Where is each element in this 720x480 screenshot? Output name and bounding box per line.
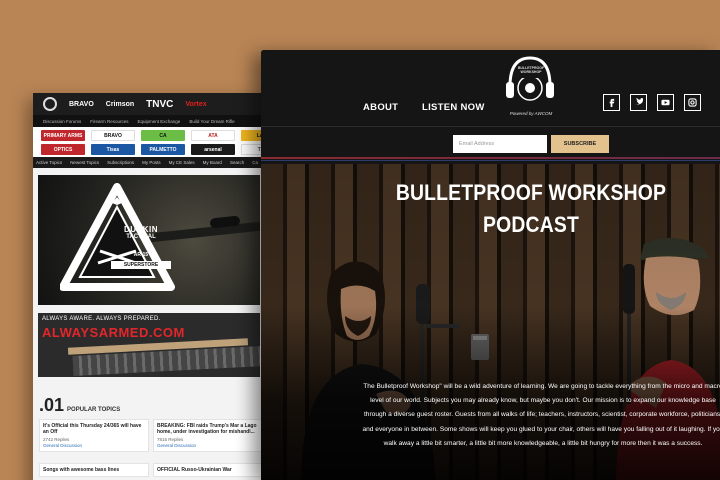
sponsor-logo-vortex[interactable]: Vortex [185, 101, 206, 108]
popular-topics-heading: .01 POPULAR TOPICS [39, 395, 120, 416]
forum-nav-bar: Active Topics Newest Topics Subscription… [33, 157, 295, 168]
topic-title[interactable]: It's Official this Thursday 24/365 will … [43, 423, 145, 435]
sponsor-tile[interactable]: PRIMARY ARMS [41, 130, 85, 141]
topic-card[interactable]: Songs with awesome bass lines [39, 463, 149, 477]
nav-search[interactable]: Search [230, 160, 244, 165]
nav-listen-now[interactable]: LISTEN NOW [422, 102, 485, 113]
popular-number: .01 [39, 395, 65, 415]
sponsor-logo-tnvc[interactable]: TNVC [146, 99, 173, 110]
topic-replies: 2742 Replies [43, 437, 70, 442]
topic-card[interactable]: OFFICIAL Russo-Ukrainian War [153, 463, 263, 477]
sponsor-tile[interactable]: Tisas [91, 144, 135, 155]
youtube-icon[interactable] [657, 94, 674, 111]
durkin-name: DURKIN [123, 225, 159, 234]
sponsor-logo-crimson[interactable]: Crimson [106, 101, 134, 108]
subscribe-button[interactable]: SUBSCRIBE [551, 135, 609, 153]
forum-logo[interactable] [43, 97, 57, 111]
menu-firearm-resources[interactable]: Firearm Resources [90, 119, 128, 124]
nav-more[interactable]: Ca [252, 160, 258, 165]
logo-powered-by: Powered by AWCOM [509, 111, 553, 116]
podcast-title-line-1: BULLETPROOF WORKSHOP [395, 180, 667, 205]
email-input[interactable] [453, 135, 547, 153]
menu-discussion-forums[interactable]: Discussion Forums [43, 119, 81, 124]
nav-my-board[interactable]: My Board [203, 160, 222, 165]
menu-equipment-exchange[interactable]: Equipment Exchange [138, 119, 181, 124]
alwaysarmed-ad-banner[interactable]: ALWAYS AWARE. ALWAYS PREPARED. ALWAYSARM… [38, 313, 260, 377]
header-stripe-blue [261, 160, 720, 161]
facebook-icon[interactable] [603, 94, 620, 111]
podcast-description: The Bulletproof Workshop" will be a wild… [362, 383, 720, 447]
header-stripe-red [261, 157, 720, 159]
forum-main-menu: Discussion Forums Firearm Resources Equi… [33, 115, 295, 127]
menu-build-rifle[interactable]: Build Your Dream Rifle [189, 119, 234, 124]
podcast-window: ABOUT LISTEN NOW BULLETPROOF WORKSHOP Po… [261, 50, 720, 480]
nav-newest-topics[interactable]: Newest Topics [70, 160, 99, 165]
durkin-ad-banner[interactable]: DURKIN TACTICAL AR-15 SUPERSTORE [38, 175, 260, 305]
popular-label: POPULAR TOPICS [67, 407, 121, 413]
podcast-title-line-2: PODCAST [483, 212, 579, 237]
topic-title[interactable]: Songs with awesome bass lines [43, 467, 145, 473]
podcast-header: ABOUT LISTEN NOW BULLETPROOF WORKSHOP Po… [261, 50, 720, 164]
armed-tagline: ALWAYS AWARE. ALWAYS PREPARED. [42, 316, 161, 322]
forum-top-bar: BRAVO Crimson TNVC Vortex [33, 93, 295, 115]
sponsor-tile[interactable]: PALMETTO [141, 144, 185, 155]
topic-card[interactable]: It's Official this Thursday 24/365 will … [39, 419, 149, 452]
header-divider [261, 126, 720, 127]
sponsor-tile[interactable]: OPTICS [41, 144, 85, 155]
nav-subscriptions[interactable]: Subscriptions [107, 160, 134, 165]
topic-category[interactable]: General Discussion [157, 443, 259, 448]
forum-window: BRAVO Crimson TNVC Vortex Discussion For… [33, 93, 295, 480]
durkin-text-block: DURKIN TACTICAL AR-15 SUPERSTORE [111, 225, 171, 269]
sponsor-tile[interactable]: ATA [191, 130, 235, 141]
durkin-tag: TACTICAL [126, 234, 156, 240]
armed-brand: ALWAYSARMED.COM [42, 325, 185, 340]
nav-my-posts[interactable]: My Posts [142, 160, 161, 165]
durkin-model: AR-15 [133, 252, 149, 258]
sponsor-logo-bravo[interactable]: BRAVO [69, 101, 94, 108]
topic-title[interactable]: BREAKING: FBI raids Trump's Mar a Lago h… [157, 423, 259, 435]
nav-about[interactable]: ABOUT [363, 102, 398, 113]
sponsor-tile[interactable]: CA [141, 130, 185, 141]
twitter-icon[interactable] [630, 94, 647, 111]
nav-active-topics[interactable]: Active Topics [36, 160, 62, 165]
logo-text-bottom: WORKSHOP [520, 70, 542, 74]
nav-my-ce-sales[interactable]: My CE Sales [169, 160, 195, 165]
sponsor-grid: PRIMARY ARMSBRAVOCAATALaRuOPTICSTisasPAL… [33, 127, 295, 157]
podcast-title: BULLETPROOF WORKSHOP PODCAST [364, 177, 698, 241]
topic-replies: 7815 Replies [157, 437, 184, 442]
sponsor-tile[interactable]: arsenal [191, 144, 235, 155]
durkin-store: SUPERSTORE [111, 261, 171, 269]
topic-title[interactable]: OFFICIAL Russo-Ukrainian War [157, 467, 259, 473]
topic-category[interactable]: General Discussion [43, 443, 145, 448]
topic-card[interactable]: BREAKING: FBI raids Trump's Mar a Lago h… [153, 419, 263, 452]
sponsor-tile[interactable]: BRAVO [91, 130, 135, 141]
instagram-icon[interactable] [684, 94, 701, 111]
